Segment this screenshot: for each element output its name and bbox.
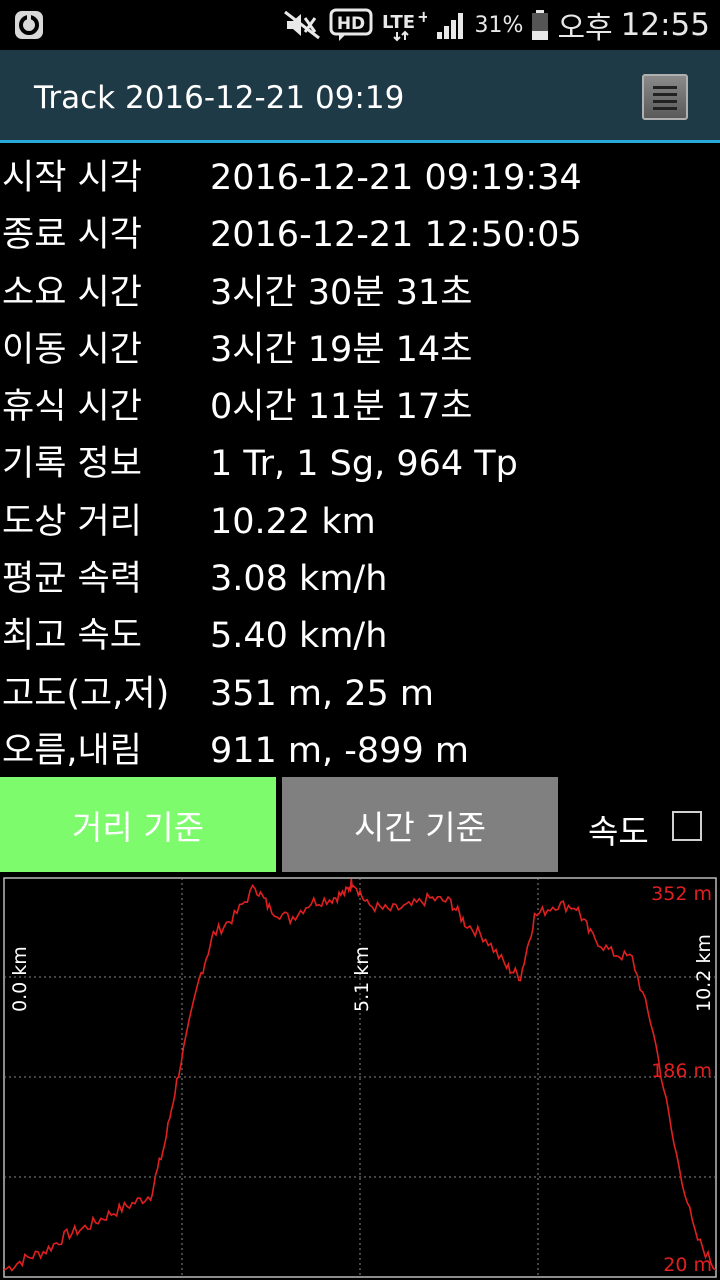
svg-text:HD: HD bbox=[336, 14, 364, 34]
stat-row: 기록 정보 1 Tr, 1 Sg, 964 Tp bbox=[0, 436, 720, 493]
speed-label: 속도 bbox=[588, 812, 649, 851]
stat-row: 이동 시간 3시간 19분 14초 bbox=[0, 322, 720, 379]
stat-label: 휴식 시간 bbox=[2, 387, 142, 428]
stat-value: 2016-12-21 09:19:34 bbox=[210, 158, 582, 198]
stat-row: 휴식 시간 0시간 11분 17초 bbox=[0, 379, 720, 436]
stat-value: 2016-12-21 12:50:05 bbox=[210, 215, 582, 256]
stat-value: 1 Tr, 1 Sg, 964 Tp bbox=[210, 444, 518, 485]
stat-label: 종료 시각 bbox=[2, 215, 142, 256]
y-tick-label: 186 m bbox=[651, 1060, 712, 1082]
page-title: Track 2016-12-21 09:19 bbox=[34, 80, 405, 116]
status-time: 12:55 bbox=[620, 7, 710, 43]
title-bar: Track 2016-12-21 09:19 bbox=[0, 50, 720, 143]
stat-value: 911 m, -899 m bbox=[210, 730, 469, 771]
tab-distance[interactable]: 거리 기준 bbox=[0, 777, 276, 872]
stat-row: 평균 속력 3.08 km/h bbox=[0, 551, 720, 608]
stat-value: 3.08 km/h bbox=[210, 559, 388, 600]
stat-label: 이동 시간 bbox=[2, 329, 142, 370]
signal-icon bbox=[436, 13, 463, 39]
status-bar: HD LTE + 31% 오후 12:55 bbox=[0, 0, 720, 50]
stat-row: 소요 시간 3시간 30분 31초 bbox=[0, 265, 720, 322]
x-tick-label: 10.2 km bbox=[693, 934, 715, 1012]
stat-label: 최고 속도 bbox=[2, 616, 142, 657]
stat-label: 고도(고,저) bbox=[2, 673, 170, 714]
mute-icon bbox=[283, 10, 320, 40]
track-stats: 시작 시각 2016-12-21 09:19:34 종료 시각 2016-12-21… bbox=[0, 150, 720, 780]
stat-row: 종료 시각 2016-12-21 12:50:05 bbox=[0, 207, 720, 264]
stat-row: 도상 거리 10.22 km bbox=[0, 494, 720, 551]
svg-text:+: + bbox=[417, 8, 427, 26]
x-tick-label: 0.0 km bbox=[9, 946, 31, 1012]
y-tick-label: 20 m bbox=[663, 1254, 712, 1276]
stat-row: 시작 시각 2016-12-21 09:19:34 bbox=[0, 150, 720, 207]
stat-value: 10.22 km bbox=[210, 501, 376, 542]
stat-row: 오름,내림 911 m, -899 m bbox=[0, 723, 720, 780]
svg-text:LTE: LTE bbox=[382, 12, 415, 33]
x-tick-label: 5.1 km bbox=[351, 946, 373, 1012]
stat-label: 시작 시각 bbox=[2, 158, 142, 198]
stat-label: 기록 정보 bbox=[2, 444, 142, 485]
stat-value: 3시간 19분 14초 bbox=[210, 329, 473, 370]
stat-row: 고도(고,저) 351 m, 25 m bbox=[0, 666, 720, 723]
menu-button[interactable] bbox=[642, 74, 688, 120]
stat-value: 3시간 30분 31초 bbox=[210, 272, 473, 313]
status-ampm: 오후 bbox=[557, 11, 613, 46]
tab-time[interactable]: 시간 기준 bbox=[282, 777, 558, 872]
stat-label: 도상 거리 bbox=[2, 501, 142, 542]
menu-icon bbox=[653, 86, 677, 89]
elevation-chart-svg: 0.0 km 5.1 km 10.2 km 352 m 186 m 20 m bbox=[3, 877, 717, 1278]
stat-label: 평균 속력 bbox=[2, 559, 142, 600]
hd-icon: HD bbox=[329, 8, 373, 41]
stat-label: 소요 시간 bbox=[2, 272, 142, 313]
chart-mode-tabs: 거리 기준 시간 기준 속도 bbox=[0, 777, 720, 872]
lte-icon: LTE + bbox=[382, 8, 427, 42]
speed-checkbox[interactable] bbox=[672, 811, 702, 841]
elevation-chart: 0.0 km 5.1 km 10.2 km 352 m 186 m 20 m bbox=[0, 874, 720, 1280]
stat-row: 최고 속도 5.40 km/h bbox=[0, 608, 720, 665]
y-tick-label: 352 m bbox=[651, 883, 712, 905]
stat-value: 0시간 11분 17초 bbox=[210, 387, 473, 428]
stat-value: 5.40 km/h bbox=[210, 616, 388, 657]
app-icon bbox=[15, 11, 43, 39]
stat-label: 오름,내림 bbox=[2, 730, 142, 771]
battery-percent: 31% bbox=[474, 12, 524, 38]
battery-icon bbox=[532, 10, 549, 40]
stat-value: 351 m, 25 m bbox=[210, 673, 435, 714]
